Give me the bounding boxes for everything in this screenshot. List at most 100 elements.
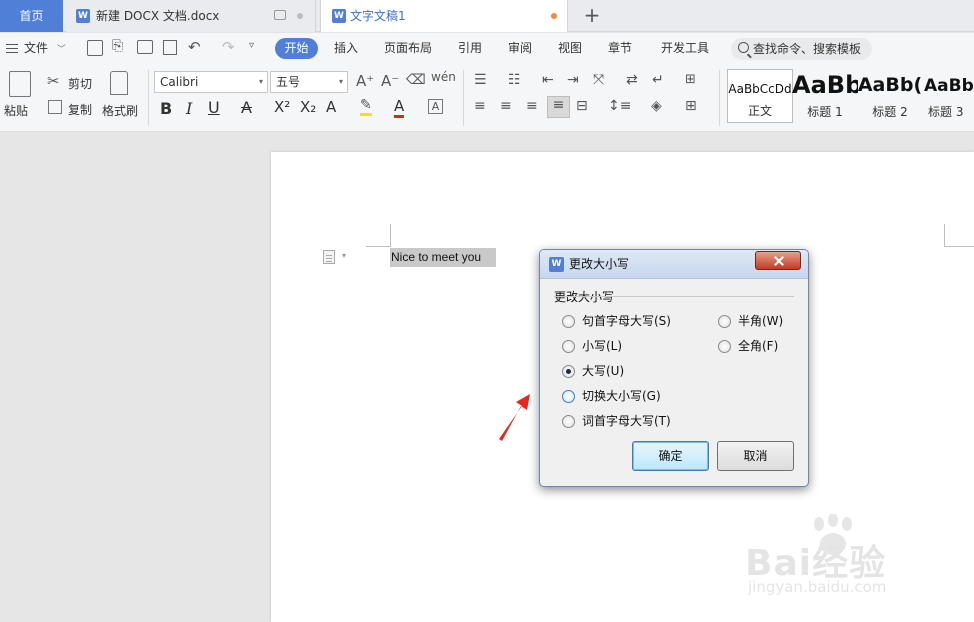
paste-button[interactable]: 粘贴 [4, 102, 28, 119]
radio-icon[interactable] [718, 340, 731, 353]
style-heading-3[interactable]: AaBb( 标题 3 [920, 69, 974, 123]
shrink-font-icon[interactable]: A⁻ [381, 72, 399, 90]
clear-format-icon[interactable]: ⌫ [406, 72, 426, 88]
tab-docx-label: 新建 DOCX 文档.docx [96, 9, 220, 23]
strikethrough-icon[interactable]: A [241, 98, 252, 117]
italic-icon[interactable]: I [186, 99, 192, 118]
copy-icon[interactable] [48, 100, 62, 114]
sort-icon[interactable]: ↵ [652, 72, 664, 88]
menu-references[interactable]: 引用 [458, 33, 482, 64]
margin-corner-marker [366, 224, 391, 247]
text-effect-icon[interactable]: A [326, 98, 336, 116]
radio-icon[interactable] [562, 415, 575, 428]
annotation-arrow-icon [499, 394, 530, 441]
font-color-icon[interactable]: A [394, 97, 405, 118]
command-search-box[interactable]: 查找命令、搜索模板 [731, 38, 872, 60]
radio-icon[interactable] [562, 315, 575, 328]
quick-access-dropdown-icon[interactable]: ▿ [249, 40, 254, 51]
highlight-icon[interactable]: ✎ [360, 97, 372, 116]
menu-view[interactable]: 视图 [558, 33, 582, 64]
decrease-indent-icon[interactable]: ⇤ [542, 72, 554, 88]
cancel-button[interactable]: 取消 [717, 441, 794, 471]
wps-writer-icon: W [76, 9, 90, 23]
paste-icon[interactable] [9, 71, 31, 97]
menu-insert[interactable]: 插入 [334, 33, 358, 64]
close-icon[interactable] [755, 251, 801, 270]
search-label: 查找命令、搜索模板 [753, 42, 862, 56]
scissors-icon[interactable]: ✂ [47, 72, 60, 90]
menu-file[interactable]: 文件 ﹀ [6, 33, 66, 64]
font-name-select[interactable]: Calibri ▾ [154, 71, 268, 93]
radio-selected-icon[interactable] [562, 365, 575, 378]
tab-home[interactable]: 首页 [0, 0, 63, 32]
new-tab-button[interactable]: + [580, 0, 604, 32]
align-right-icon[interactable]: ≡ [526, 98, 538, 114]
export-icon[interactable]: ⎘ [112, 38, 123, 54]
radio-icon[interactable] [562, 340, 575, 353]
tab-current-document[interactable]: W 文字文稿1 [320, 0, 568, 32]
bold-icon[interactable]: B [160, 99, 172, 118]
align-left-icon[interactable]: ≡ [474, 98, 486, 114]
style-name: 正文 [747, 104, 772, 118]
baidu-jingyan-watermark: Bai经验 jingyan.baidu.com [745, 514, 925, 604]
justify-icon[interactable]: ≡ [547, 96, 570, 118]
print-icon[interactable] [137, 40, 153, 54]
option-label: 大写(U) [582, 364, 625, 378]
numbered-list-icon[interactable]: ☷ [508, 72, 521, 88]
increase-indent-icon[interactable]: ⇥ [567, 72, 579, 88]
radio-icon[interactable] [718, 315, 731, 328]
grow-font-icon[interactable]: A⁺ [356, 72, 374, 90]
subscript-icon[interactable]: X₂ [300, 98, 316, 116]
menu-review[interactable]: 审阅 [508, 33, 532, 64]
chinese-layout-icon[interactable]: ⤧ [593, 72, 604, 88]
tab-status-dot-icon [297, 13, 303, 19]
undo-icon[interactable]: ↶ [188, 38, 201, 56]
unsaved-dot-icon [551, 13, 557, 19]
tab-current-label: 文字文稿1 [350, 9, 406, 23]
distributed-icon[interactable]: ⊟ [576, 98, 588, 114]
paragraph-handle-icon[interactable] [323, 250, 335, 264]
menu-start[interactable]: 开始 [275, 38, 318, 59]
menu-chapter[interactable]: 章节 [608, 33, 632, 64]
cut-button[interactable]: 剪切 [68, 75, 92, 92]
wps-writer-icon: W [549, 257, 564, 272]
tab-stop-icon[interactable]: ⊞ [685, 72, 696, 87]
shading-icon[interactable]: ◈ [651, 98, 662, 114]
ok-button[interactable]: 确定 [632, 441, 709, 471]
font-size-select[interactable]: 五号 ▾ [270, 71, 348, 93]
line-spacing-icon[interactable]: ↕≡ [608, 98, 631, 114]
underline-icon[interactable]: U [208, 98, 220, 117]
style-sample: AaBb( [924, 76, 974, 96]
save-icon[interactable] [87, 40, 103, 56]
borders-icon[interactable]: ⊞ [685, 98, 697, 114]
show-hide-marks-icon[interactable]: ⇄ [626, 72, 638, 88]
menu-developer[interactable]: 开发工具 [661, 33, 709, 64]
style-name: 标题 3 [928, 105, 964, 119]
style-heading-2[interactable]: AaBb( 标题 2 [857, 69, 923, 123]
divider [148, 70, 149, 126]
align-center-icon[interactable]: ≡ [500, 98, 512, 114]
radio-icon[interactable] [562, 390, 575, 403]
menu-bar: 文件 ﹀ ⎘ ↶ ↷ ▿ 开始 插入 页面布局 引用 审阅 视图 章节 开发工具… [0, 33, 974, 64]
copy-button[interactable]: 复制 [68, 101, 92, 118]
format-painter-icon[interactable] [110, 71, 128, 95]
style-normal[interactable]: AaBbCcDd 正文 [727, 69, 793, 123]
search-icon [738, 42, 749, 53]
watermark-url: jingyan.baidu.com [748, 578, 887, 596]
menu-page-layout[interactable]: 页面布局 [384, 33, 432, 64]
superscript-icon[interactable]: X² [274, 98, 290, 116]
style-heading-1[interactable]: AaBb 标题 1 [792, 69, 858, 123]
bullet-list-icon[interactable]: ☰ [474, 72, 487, 88]
phonetic-guide-icon[interactable]: wén [431, 70, 456, 84]
wps-writer-icon: W [332, 9, 346, 23]
chevron-down-icon[interactable]: ▾ [342, 251, 346, 260]
option-label: 切换大小写(G) [582, 389, 661, 403]
cloud-sync-icon[interactable] [274, 10, 286, 20]
tab-docx-file[interactable]: W 新建 DOCX 文档.docx [66, 0, 316, 32]
print-preview-icon[interactable] [163, 40, 177, 55]
selected-text[interactable]: Nice to meet you [390, 248, 496, 267]
redo-icon[interactable]: ↷ [222, 38, 235, 56]
dialog-title-bar[interactable]: W 更改大小写 [540, 250, 808, 279]
format-painter-button[interactable]: 格式刷 [102, 102, 138, 119]
char-border-icon[interactable]: A [428, 99, 443, 114]
